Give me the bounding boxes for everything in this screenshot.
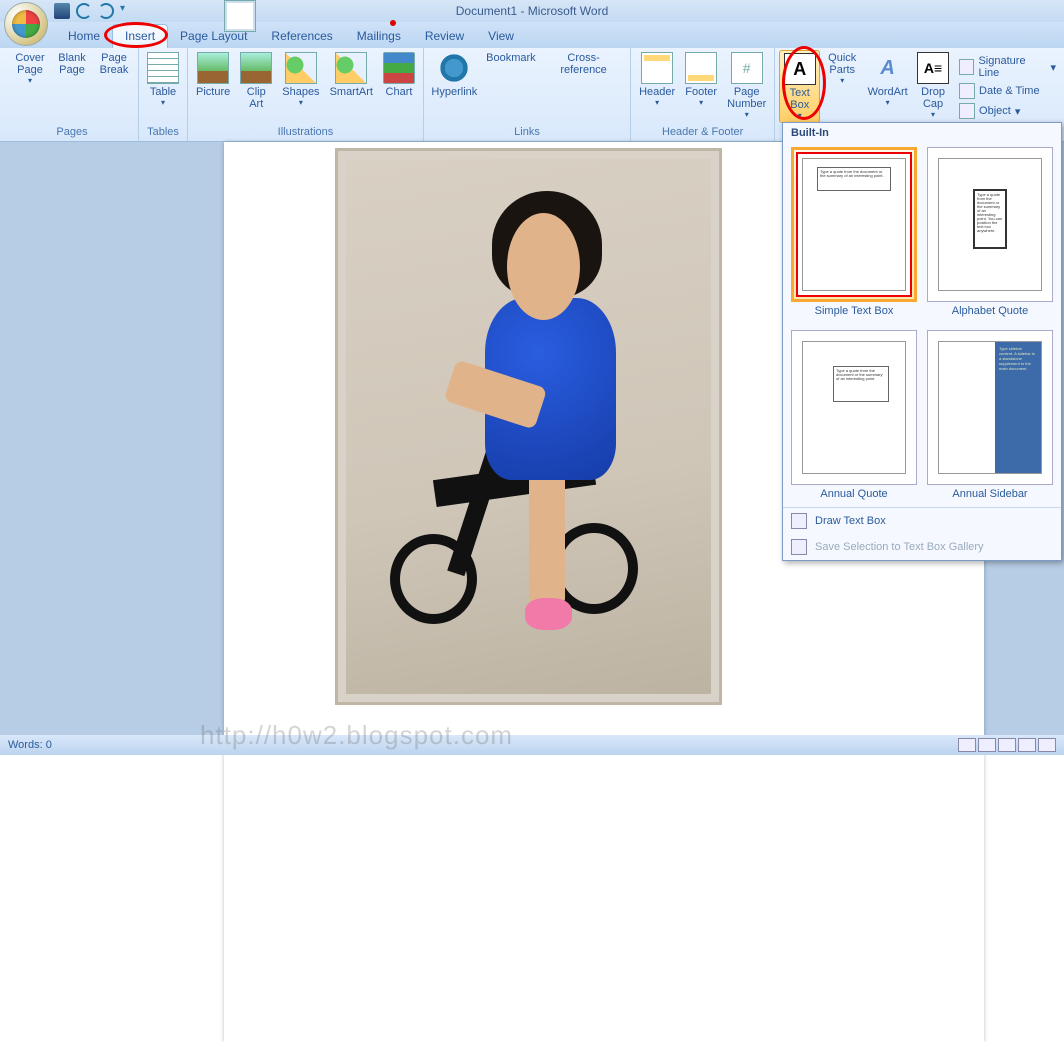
print-layout-view-button[interactable] <box>958 738 976 752</box>
photo-content <box>346 159 711 694</box>
annotation-dot <box>390 20 396 26</box>
drop-cap-button[interactable]: A≡DropCap <box>913 50 953 121</box>
group-tables: Table Tables <box>139 48 188 141</box>
gallery-item-simple-text-box[interactable]: Type a quote from the document or the su… <box>791 147 917 320</box>
page-number-button[interactable]: #PageNumber <box>723 50 770 121</box>
chart-icon <box>383 52 415 84</box>
hyperlink-icon <box>438 52 470 84</box>
tab-home[interactable]: Home <box>56 25 112 48</box>
outline-view-button[interactable] <box>1018 738 1036 752</box>
group-links: Hyperlink Bookmark Cross-reference Links <box>424 48 631 141</box>
wordart-button[interactable]: AWordArt <box>864 50 911 109</box>
quick-access-toolbar: ▾ <box>54 3 136 19</box>
date-time-icon <box>959 83 975 99</box>
cross-reference-button[interactable]: Cross-reference <box>541 50 626 78</box>
table-button[interactable]: Table <box>143 50 183 109</box>
shapes-button[interactable]: Shapes <box>278 50 323 109</box>
footer-icon <box>685 52 717 84</box>
save-icon[interactable] <box>54 3 70 19</box>
draw-text-box-icon <box>791 513 807 529</box>
object-icon <box>959 103 975 119</box>
tab-review[interactable]: Review <box>413 25 476 48</box>
status-bar: Words: 0 <box>0 735 1064 755</box>
wordart-icon: A <box>872 52 904 84</box>
group-header-footer: Header Footer #PageNumber Header & Foote… <box>631 48 775 141</box>
hyperlink-button[interactable]: Hyperlink <box>428 50 481 100</box>
office-orb-icon <box>12 10 40 38</box>
redo-icon[interactable] <box>98 3 114 19</box>
draft-view-button[interactable] <box>1038 738 1056 752</box>
draw-text-box-command[interactable]: Draw Text Box <box>783 508 1061 534</box>
tab-insert[interactable]: Insert <box>112 24 168 48</box>
text-box-gallery: Built-In Type a quote from the document … <box>782 122 1062 561</box>
text-mini-column: Signature Line ▾ Date & Time Object ▾ <box>955 50 1060 120</box>
gallery-item-annual-quote[interactable]: Type a quote from the document or the su… <box>791 330 917 503</box>
cover-page-button[interactable]: CoverPage <box>10 50 50 87</box>
word-count[interactable]: Words: 0 <box>8 739 52 751</box>
clip-art-button[interactable]: ClipArt <box>236 50 276 112</box>
ribbon-tabs: Home Insert Page Layout References Maili… <box>0 22 1064 48</box>
text-box-button[interactable]: ATextBox <box>779 50 820 123</box>
bookmark-button[interactable]: Bookmark <box>483 50 539 66</box>
tab-mailings[interactable]: Mailings <box>345 25 413 48</box>
date-time-button[interactable]: Date & Time <box>955 82 1060 100</box>
signature-icon <box>959 59 974 75</box>
quick-parts-button[interactable]: QuickParts <box>822 50 862 87</box>
header-button[interactable]: Header <box>635 50 679 109</box>
group-illustrations: Picture ClipArt Shapes SmartArt Chart Il… <box>188 48 424 141</box>
inserted-picture[interactable] <box>335 148 722 705</box>
shapes-icon <box>285 52 317 84</box>
group-pages: CoverPage BlankPage PageBreak Pages <box>6 48 139 141</box>
page-number-icon: # <box>731 52 763 84</box>
tab-view[interactable]: View <box>476 25 526 48</box>
gallery-header: Built-In <box>783 123 1061 143</box>
gallery-item-alphabet-quote[interactable]: Type a quote from the document or the su… <box>927 147 1053 320</box>
smartart-icon <box>335 52 367 84</box>
quick-parts-icon <box>224 0 256 32</box>
picture-icon <box>197 52 229 84</box>
full-screen-view-button[interactable] <box>978 738 996 752</box>
save-selection-icon <box>791 539 807 555</box>
text-box-icon: A <box>784 53 816 85</box>
blank-page-button[interactable]: BlankPage <box>52 50 92 78</box>
header-icon <box>641 52 673 84</box>
clip-art-icon <box>240 52 272 84</box>
web-layout-view-button[interactable] <box>998 738 1016 752</box>
picture-button[interactable]: Picture <box>192 50 234 100</box>
tab-references[interactable]: References <box>259 25 344 48</box>
object-button[interactable]: Object ▾ <box>955 102 1060 120</box>
drop-cap-icon: A≡ <box>917 52 949 84</box>
undo-icon[interactable] <box>76 3 92 19</box>
title-bar: ▾ Document1 - Microsoft Word <box>0 0 1064 22</box>
footer-button[interactable]: Footer <box>681 50 721 109</box>
gallery-item-annual-sidebar[interactable]: Type sidebar content. A sidebar is a sta… <box>927 330 1053 503</box>
window-title: Document1 - Microsoft Word <box>456 4 609 18</box>
page-break-button[interactable]: PageBreak <box>94 50 134 78</box>
view-buttons <box>958 738 1056 752</box>
office-button[interactable] <box>4 2 48 46</box>
smartart-button[interactable]: SmartArt <box>326 50 377 100</box>
signature-line-button[interactable]: Signature Line ▾ <box>955 54 1060 80</box>
qat-customize-icon[interactable]: ▾ <box>120 3 136 19</box>
table-icon <box>147 52 179 84</box>
chart-button[interactable]: Chart <box>379 50 419 100</box>
save-selection-command: Save Selection to Text Box Gallery <box>783 534 1061 560</box>
